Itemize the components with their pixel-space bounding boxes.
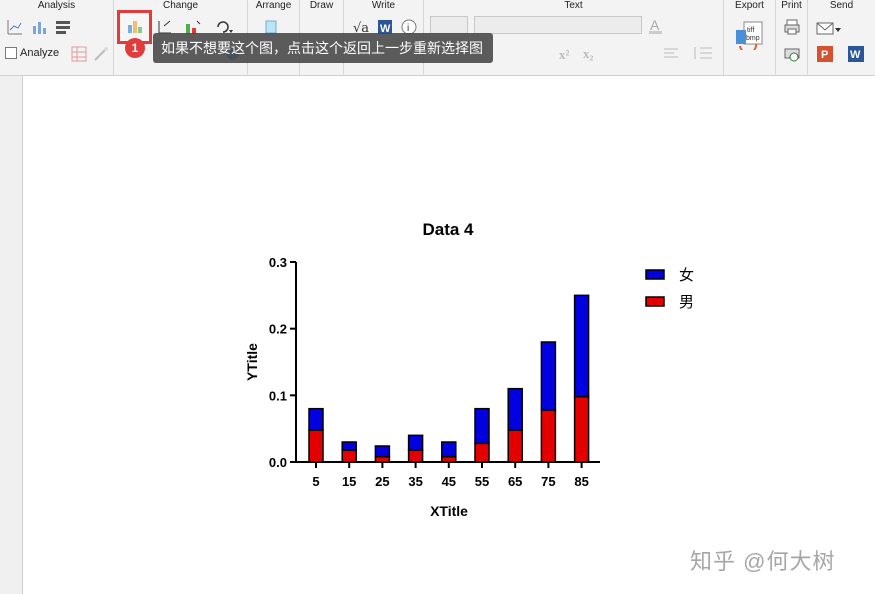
bar-segment — [308, 429, 324, 463]
xy-table-icon[interactable] — [6, 18, 24, 36]
powerpoint-icon[interactable]: P — [816, 45, 834, 63]
bar-segment — [474, 442, 490, 463]
legend-swatch — [645, 269, 665, 280]
x-tick-label: 65 — [508, 474, 522, 489]
x-tick-label: 45 — [442, 474, 456, 489]
group-label-analysis: Analysis — [37, 0, 76, 11]
y-tick-label: 0.3 — [269, 255, 287, 270]
bar-segment — [374, 445, 391, 458]
group-label-send: Send — [829, 0, 854, 11]
bar-segment — [474, 407, 490, 445]
legend: 女男 — [645, 266, 694, 311]
svg-text:P: P — [821, 49, 828, 61]
bar-segment — [540, 341, 557, 411]
instruction-tooltip: 如果不想要这个图，点击这个返回上一步重新选择图 — [153, 33, 493, 63]
legend-label: 女 — [679, 266, 694, 284]
watermark: 知乎 @何大树 — [690, 549, 836, 574]
bar-segment — [441, 441, 457, 458]
group-label-write: Write — [371, 0, 396, 11]
x-tick-label: 75 — [541, 474, 555, 489]
x-tick-label: 15 — [342, 474, 356, 489]
step-badge: 1 — [125, 38, 145, 58]
bar-segment — [573, 294, 590, 398]
svg-text:bmp: bmp — [746, 35, 760, 42]
font-size-select[interactable] — [430, 16, 468, 34]
y-tick-label: 0.2 — [269, 322, 287, 337]
print-group: Print — [776, 0, 808, 76]
bar-segment — [507, 429, 523, 463]
chart-title: Data 4 — [422, 220, 474, 239]
export-group: Export tiff bmp — [724, 0, 776, 76]
svg-text:x₂: x₂ — [583, 46, 594, 61]
analysis-group: Analysis Analyze — [0, 0, 114, 76]
column-table-icon[interactable] — [30, 18, 48, 36]
x-axis-title: XTitle — [430, 503, 468, 519]
bar-segment — [573, 395, 590, 463]
x-tick-label: 85 — [574, 474, 588, 489]
x-tick-label: 5 — [312, 474, 319, 489]
svg-text:A: A — [650, 17, 660, 33]
plot-area: 0.0 0.1 0.2 0.3 5 15 25 35 45 55 65 75 85 — [269, 255, 600, 489]
legend-label: 男 — [679, 293, 694, 311]
line-spacing-icon[interactable] — [692, 44, 712, 62]
bar-segment — [341, 441, 357, 451]
x-tick-label: 55 — [475, 474, 489, 489]
bar-segment — [374, 455, 391, 463]
mail-icon[interactable] — [816, 20, 842, 38]
x-tick-label: 25 — [375, 474, 389, 489]
legend-swatch — [645, 296, 665, 307]
font-family-select[interactable] — [474, 16, 642, 34]
print-preview-icon[interactable] — [783, 45, 801, 63]
font-color-icon[interactable]: A — [648, 17, 666, 35]
y-axis-title: YTitle — [244, 343, 260, 381]
bar-segment — [540, 409, 557, 463]
svg-text:x²: x² — [559, 47, 570, 62]
bar-segment — [441, 455, 457, 463]
left-navigator-bar — [0, 76, 23, 594]
y-tick-label: 0.0 — [269, 455, 287, 470]
group-label-arrange: Arrange — [255, 0, 292, 11]
svg-text:W: W — [850, 49, 861, 61]
stacked-bar-chart: Data 4 YTitle XTitle 0.0 0.1 0.2 0.3 5 15 25 35… — [244, 220, 694, 519]
bar-segment — [308, 407, 324, 431]
wand-icon[interactable] — [92, 45, 110, 63]
group-label-draw: Draw — [309, 0, 334, 11]
bar-segment — [341, 449, 357, 463]
svg-text:tiff: tiff — [747, 27, 754, 34]
group-label-export: Export — [735, 0, 764, 11]
x-tick-label: 35 — [408, 474, 422, 489]
printer-icon[interactable] — [783, 18, 801, 36]
bar-segment — [407, 449, 424, 463]
bar-segment — [407, 434, 424, 451]
analyze-label: Analyze — [20, 47, 60, 59]
y-tick-label: 0.1 — [269, 388, 287, 403]
grid-icon[interactable] — [70, 45, 88, 63]
send-group: Send P W — [808, 0, 875, 76]
bar-segment — [507, 387, 523, 431]
subscript-icon[interactable]: x₂ — [582, 44, 600, 62]
group-label-text: Text — [564, 0, 583, 11]
superscript-icon[interactable]: x² — [558, 44, 576, 62]
word-send-icon[interactable]: W — [847, 45, 865, 63]
align-text-icon[interactable] — [662, 44, 680, 62]
analyze-button[interactable]: Analyze — [5, 44, 59, 62]
analyze-icon — [5, 47, 17, 59]
export-icon[interactable]: tiff bmp — [734, 20, 766, 55]
results-icon[interactable] — [54, 18, 72, 36]
group-label-print: Print — [781, 0, 802, 11]
